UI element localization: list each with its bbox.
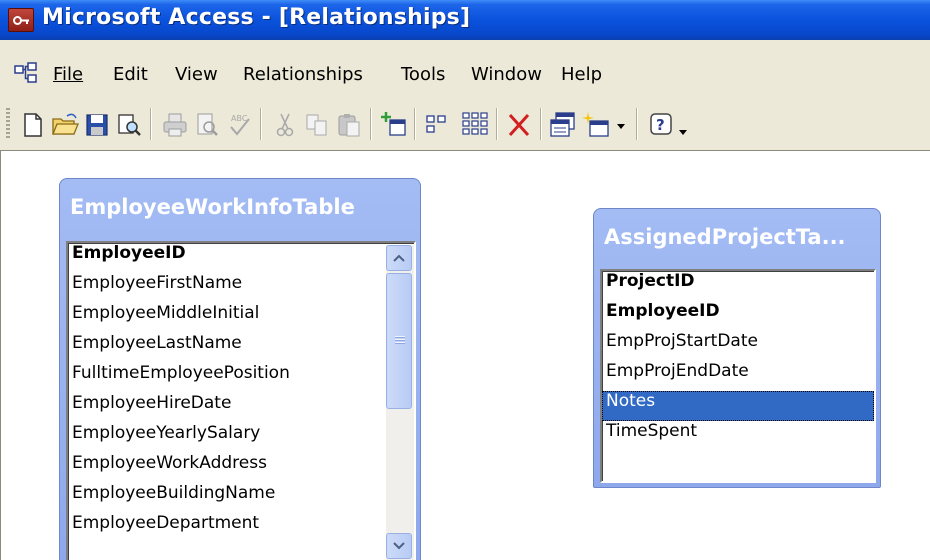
scroll-up-button[interactable] [386,245,412,271]
chevron-down-icon[interactable] [614,110,628,140]
relationships-window-icon[interactable] [14,62,38,84]
open-folder-icon[interactable] [50,110,80,140]
show-direct-icon[interactable] [422,110,452,140]
field-employee-id[interactable]: EmployeeID [602,301,874,331]
paste-icon[interactable] [334,110,364,140]
spelling-icon[interactable]: ABC [224,110,254,140]
menu-bar: File Edit View Relationships Tools Windo… [0,60,930,88]
field-notes[interactable]: Notes [602,391,874,421]
toolbar-separator [260,108,262,140]
toolbar-separator [540,108,542,140]
field-employee-last-name[interactable]: EmployeeLastName [68,333,414,363]
field-employee-yearly-salary[interactable]: EmployeeYearlySalary [68,423,414,453]
scroll-down-button[interactable] [386,533,412,559]
menu-relationships[interactable]: Relationships [243,64,363,85]
scrollbar-grip-icon [395,336,405,345]
database-window-icon[interactable] [548,110,578,140]
access-key-icon[interactable] [8,8,34,32]
table-caption[interactable]: AssignedProjectTa... [604,225,846,249]
field-employee-building-name[interactable]: EmployeeBuildingName [68,483,414,513]
toolbar-separator [636,108,638,140]
delete-icon[interactable] [504,110,534,140]
menu-tools[interactable]: Tools [401,64,445,85]
toolbar: ABC ? [0,100,930,150]
toolbar-separator [414,108,416,140]
field-emp-proj-start-date[interactable]: EmpProjStartDate [602,331,874,361]
new-object-icon[interactable] [582,110,612,140]
window-title: Microsoft Access - [Relationships] [42,5,471,30]
chevron-up-icon [393,254,405,262]
file-search-icon[interactable] [114,110,144,140]
svg-text:?: ? [656,116,665,134]
relationships-workspace[interactable]: EmployeeWorkInfoTable EmployeeID Employe… [0,150,930,560]
toolbar-options-chevron-icon[interactable] [676,110,690,140]
scrollbar-thumb[interactable] [386,273,412,409]
toolbar-separator [496,108,498,140]
cut-icon[interactable] [270,110,300,140]
field-employee-id[interactable]: EmployeeID [68,243,414,273]
field-employee-hire-date[interactable]: EmployeeHireDate [68,393,414,423]
title-bar[interactable]: Microsoft Access - [Relationships] [0,0,930,40]
field-employee-first-name[interactable]: EmployeeFirstName [68,273,414,303]
assigned-project-table-window[interactable]: AssignedProjectTa... ProjectID EmployeeI… [593,208,881,488]
field-time-spent[interactable]: TimeSpent [602,421,874,451]
menu-edit[interactable]: Edit [113,64,148,85]
field-employee-work-address[interactable]: EmployeeWorkAddress [68,453,414,483]
new-document-icon[interactable] [18,110,48,140]
field-project-id[interactable]: ProjectID [602,271,874,301]
vertical-scrollbar[interactable] [386,245,414,560]
field-emp-proj-end-date[interactable]: EmpProjEndDate [602,361,874,391]
toolbar-separator [150,108,152,140]
menu-window[interactable]: Window [471,64,542,85]
print-icon[interactable] [160,110,190,140]
chevron-down-icon [393,542,405,550]
field-employee-middle-initial[interactable]: EmployeeMiddleInitial [68,303,414,333]
menu-view[interactable]: View [175,64,218,85]
field-list[interactable]: ProjectID EmployeeID EmpProjStartDate Em… [600,269,876,483]
print-preview-icon[interactable] [192,110,222,140]
help-icon[interactable]: ? [646,110,676,140]
svg-text:ABC: ABC [231,114,248,123]
field-fulltime-employee-position[interactable]: FulltimeEmployeePosition [68,363,414,393]
show-all-icon[interactable] [460,110,490,140]
save-disk-icon[interactable] [82,110,112,140]
employee-work-info-table-window[interactable]: EmployeeWorkInfoTable EmployeeID Employe… [59,178,421,560]
field-employee-department[interactable]: EmployeeDepartment [68,513,414,543]
show-table-icon[interactable] [380,110,410,140]
table-caption[interactable]: EmployeeWorkInfoTable [70,195,355,219]
toolbar-grip[interactable] [6,108,10,138]
menu-help[interactable]: Help [561,64,602,85]
menu-file[interactable]: File [53,64,83,85]
field-list[interactable]: EmployeeID EmployeeFirstName EmployeeMid… [66,241,416,560]
copy-icon[interactable] [302,110,332,140]
toolbar-separator [370,108,372,140]
